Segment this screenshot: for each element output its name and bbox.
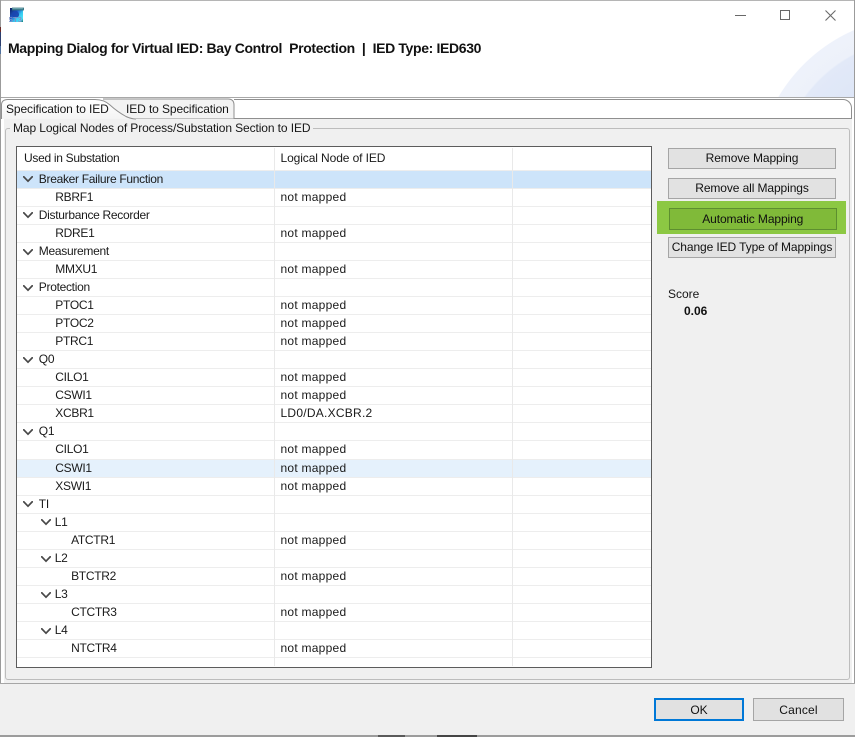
svg-text:ST3: ST3 (9, 15, 22, 23)
